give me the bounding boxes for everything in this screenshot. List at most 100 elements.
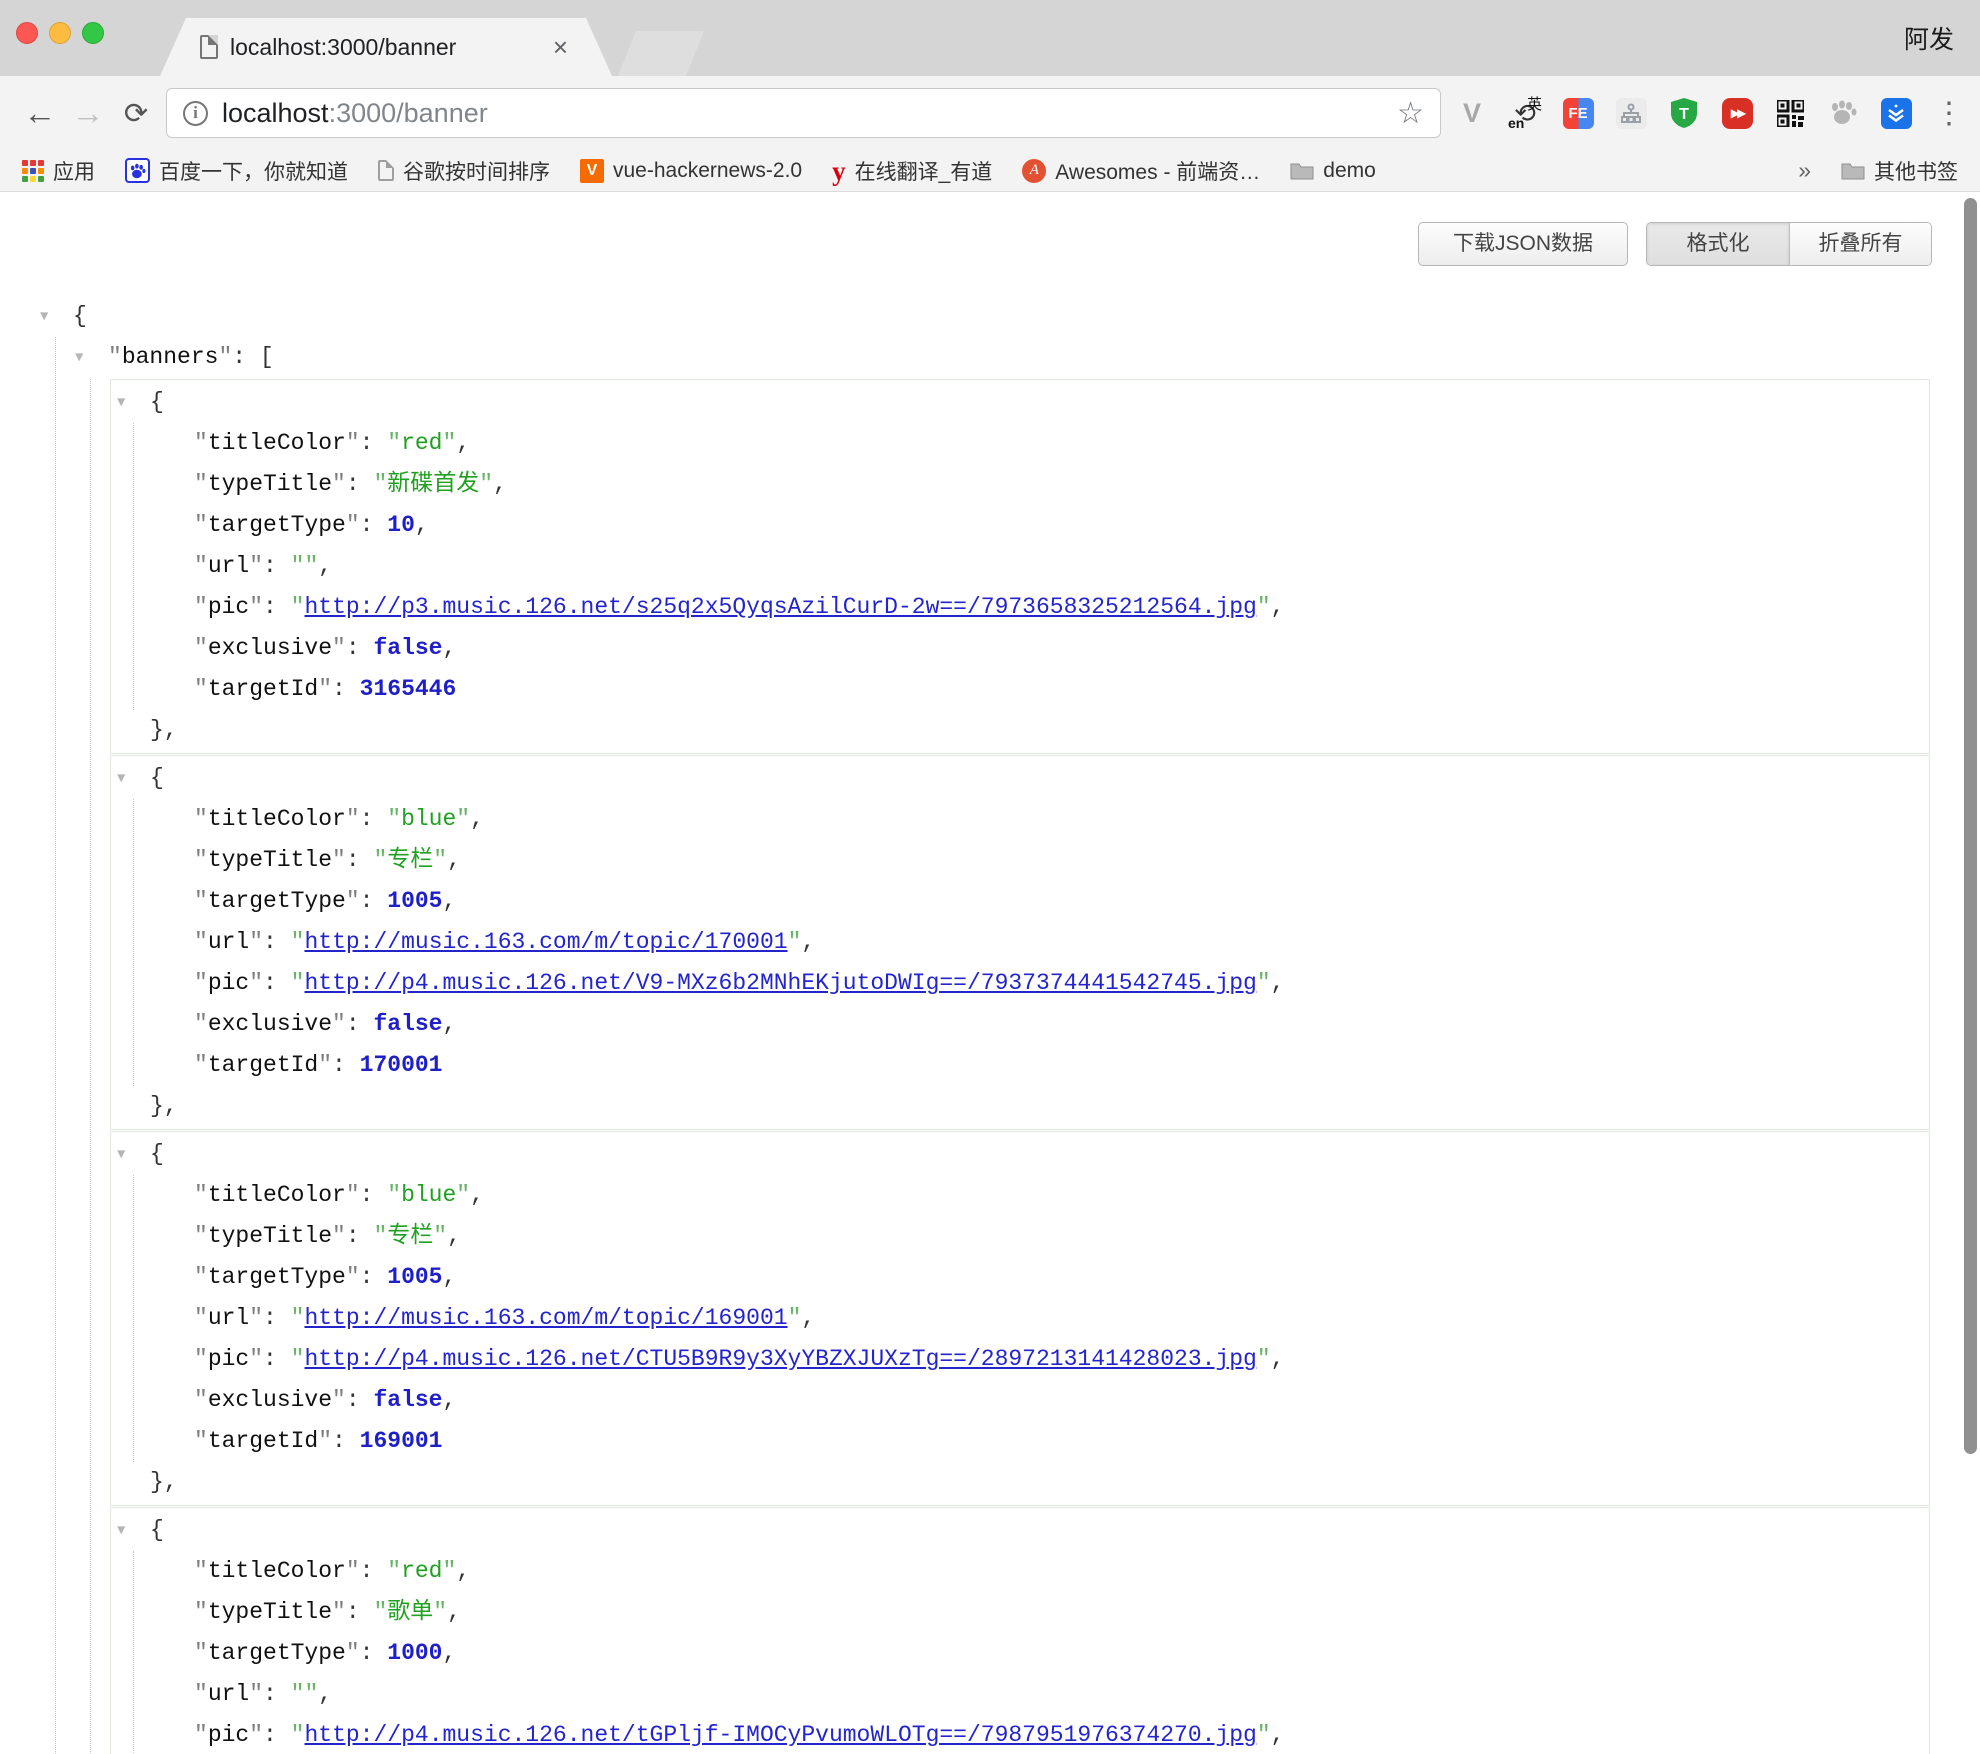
zoom-window-button[interactable] — [82, 22, 104, 44]
json-token: " — [194, 512, 208, 538]
collapse-arrow-icon[interactable] — [117, 1510, 150, 1552]
json-token: " — [332, 635, 346, 661]
bookmark-vue-hackernews[interactable]: V vue-hackernews-2.0 — [580, 159, 802, 183]
apps-grid-icon — [22, 160, 44, 182]
root-children: "banners": [{"titleColor": "red","typeTi… — [55, 337, 1930, 1754]
json-field-row: "targetId": 170001 — [161, 1045, 1921, 1086]
fast-forward-icon: ▶▶ — [1722, 98, 1753, 129]
json-field-row: "pic": "http://p3.music.126.net/s25q2x5Q… — [161, 587, 1921, 628]
format-button[interactable]: 格式化 — [1647, 223, 1789, 265]
json-token: , — [447, 1223, 461, 1249]
json-token: , — [442, 1640, 456, 1666]
json-link[interactable]: http://p4.music.126.net/V9-MXz6b2MNhEKju… — [304, 970, 1256, 996]
video-downloader-icon[interactable]: ▶▶ — [1720, 96, 1754, 130]
bookmark-label: 其他书签 — [1874, 156, 1958, 186]
json-link[interactable]: http://p4.music.126.net/tGPljf-IMOCyPvum… — [304, 1722, 1256, 1748]
chrome-menu-icon[interactable]: ⋮ — [1932, 96, 1966, 130]
collapse-arrow-icon[interactable] — [40, 296, 73, 338]
json-field-row: "typeTitle": "专栏", — [161, 840, 1921, 881]
json-key: url — [208, 929, 249, 955]
json-token: " — [108, 344, 122, 370]
json-link[interactable]: http://music.163.com/m/topic/169001 — [304, 1305, 787, 1331]
json-token: " — [788, 929, 802, 955]
object-open-row: { — [117, 382, 1921, 423]
json-number-value: 1000 — [387, 1640, 442, 1666]
json-token: " — [346, 512, 360, 538]
fehelper-extension-icon[interactable]: FE — [1561, 96, 1595, 130]
bookmark-baidu[interactable]: 百度一下，你就知道 — [125, 156, 348, 186]
reload-button[interactable]: ⟳ — [112, 96, 160, 131]
object-fields: "titleColor": "red","typeTitle": "歌单","t… — [133, 1551, 1921, 1754]
qr-code-icon[interactable] — [1773, 96, 1807, 130]
collapse-arrow-icon[interactable] — [117, 382, 150, 424]
json-number-value: false — [373, 1387, 442, 1413]
vertical-scrollbar-thumb[interactable] — [1964, 198, 1977, 1454]
json-token: " — [194, 1722, 208, 1748]
json-key: titleColor — [208, 430, 346, 456]
other-bookmarks-folder[interactable]: 其他书签 — [1841, 156, 1958, 186]
banner-object-box: {"titleColor": "red","typeTitle": "歌单","… — [110, 1507, 1930, 1754]
open-brace: { — [150, 1141, 164, 1167]
download-json-button[interactable]: 下载JSON数据 — [1418, 222, 1628, 266]
address-bar[interactable]: i localhost:3000/banner ☆ — [166, 88, 1441, 138]
folder-icon — [1841, 161, 1865, 180]
minimize-window-button[interactable] — [49, 22, 71, 44]
json-token: " — [332, 847, 346, 873]
bookmark-google-sort[interactable]: 谷歌按时间排序 — [378, 156, 550, 186]
json-link[interactable]: http://p4.music.126.net/CTU5B9R9y3XyYBZX… — [304, 1346, 1256, 1372]
bookmark-demo-folder[interactable]: demo — [1290, 159, 1376, 183]
collapse-arrow-icon[interactable] — [75, 337, 108, 379]
bookmark-youdao[interactable]: y 在线翻译_有道 — [832, 156, 992, 186]
json-token: " — [291, 1305, 305, 1331]
json-token: " — [332, 1387, 346, 1413]
json-token: " — [194, 676, 208, 702]
object-close-row: }, — [117, 1462, 1921, 1503]
url-text[interactable]: localhost:3000/banner — [222, 98, 1397, 129]
json-key: targetType — [208, 1640, 346, 1666]
json-token: " — [318, 1052, 332, 1078]
json-token: " — [387, 806, 401, 832]
tampermonkey-shield-icon[interactable]: T — [1667, 96, 1701, 130]
bookmark-awesomes[interactable]: A Awesomes - 前端资… — [1022, 156, 1260, 186]
forward-button[interactable]: → — [64, 94, 112, 132]
bookmarks-bar: 应用 百度一下，你就知道 谷歌按时间排序 V vue-hackernews-2.… — [0, 150, 1980, 192]
json-key: targetType — [208, 888, 346, 914]
json-token: " — [249, 594, 263, 620]
json-token: " — [194, 929, 208, 955]
view-mode-segment: 格式化 折叠所有 — [1646, 222, 1932, 266]
profile-name[interactable]: 阿发 — [1904, 20, 1954, 56]
json-token: : — [346, 471, 374, 497]
sitemap-extension-icon[interactable] — [1614, 96, 1648, 130]
json-token: " — [443, 430, 457, 456]
json-link[interactable]: http://music.163.com/m/topic/170001 — [304, 929, 787, 955]
json-token: : — [263, 1722, 291, 1748]
bookmarks-overflow-chevron[interactable]: » — [1798, 157, 1811, 184]
json-token: , — [447, 1599, 461, 1625]
json-field-row: "titleColor": "blue", — [161, 1175, 1921, 1216]
json-token: " — [346, 888, 360, 914]
object-fields: "titleColor": "red","typeTitle": "新碟首发",… — [133, 423, 1921, 710]
json-token: " — [194, 1428, 208, 1454]
json-token: " — [304, 1681, 318, 1707]
collapse-arrow-icon[interactable] — [117, 1134, 150, 1176]
json-key: targetType — [208, 1264, 346, 1290]
json-token: : — [263, 594, 291, 620]
new-tab-button[interactable] — [618, 31, 704, 76]
close-window-button[interactable] — [16, 22, 38, 44]
translate-extension-icon[interactable]: ⟲ 英 en — [1508, 96, 1542, 130]
bookmark-apps[interactable]: 应用 — [22, 156, 95, 186]
vue-devtools-icon[interactable]: V — [1455, 96, 1489, 130]
paw-extension-icon[interactable] — [1826, 96, 1860, 130]
collapse-all-button[interactable]: 折叠所有 — [1789, 223, 1931, 265]
collapse-arrow-icon[interactable] — [117, 758, 150, 800]
url-host: localhost — [222, 98, 329, 128]
json-token: , — [456, 1558, 470, 1584]
json-number-value: false — [373, 1011, 442, 1037]
browser-tab[interactable]: localhost:3000/banner × — [160, 18, 612, 76]
bookmark-star-icon[interactable]: ☆ — [1397, 96, 1424, 131]
tab-close-icon[interactable]: × — [553, 34, 568, 60]
back-button[interactable]: ← — [16, 94, 64, 132]
site-info-icon[interactable]: i — [183, 101, 208, 126]
fvd-downloader-icon[interactable] — [1879, 96, 1913, 130]
json-link[interactable]: http://p3.music.126.net/s25q2x5QyqsAzilC… — [304, 594, 1256, 620]
